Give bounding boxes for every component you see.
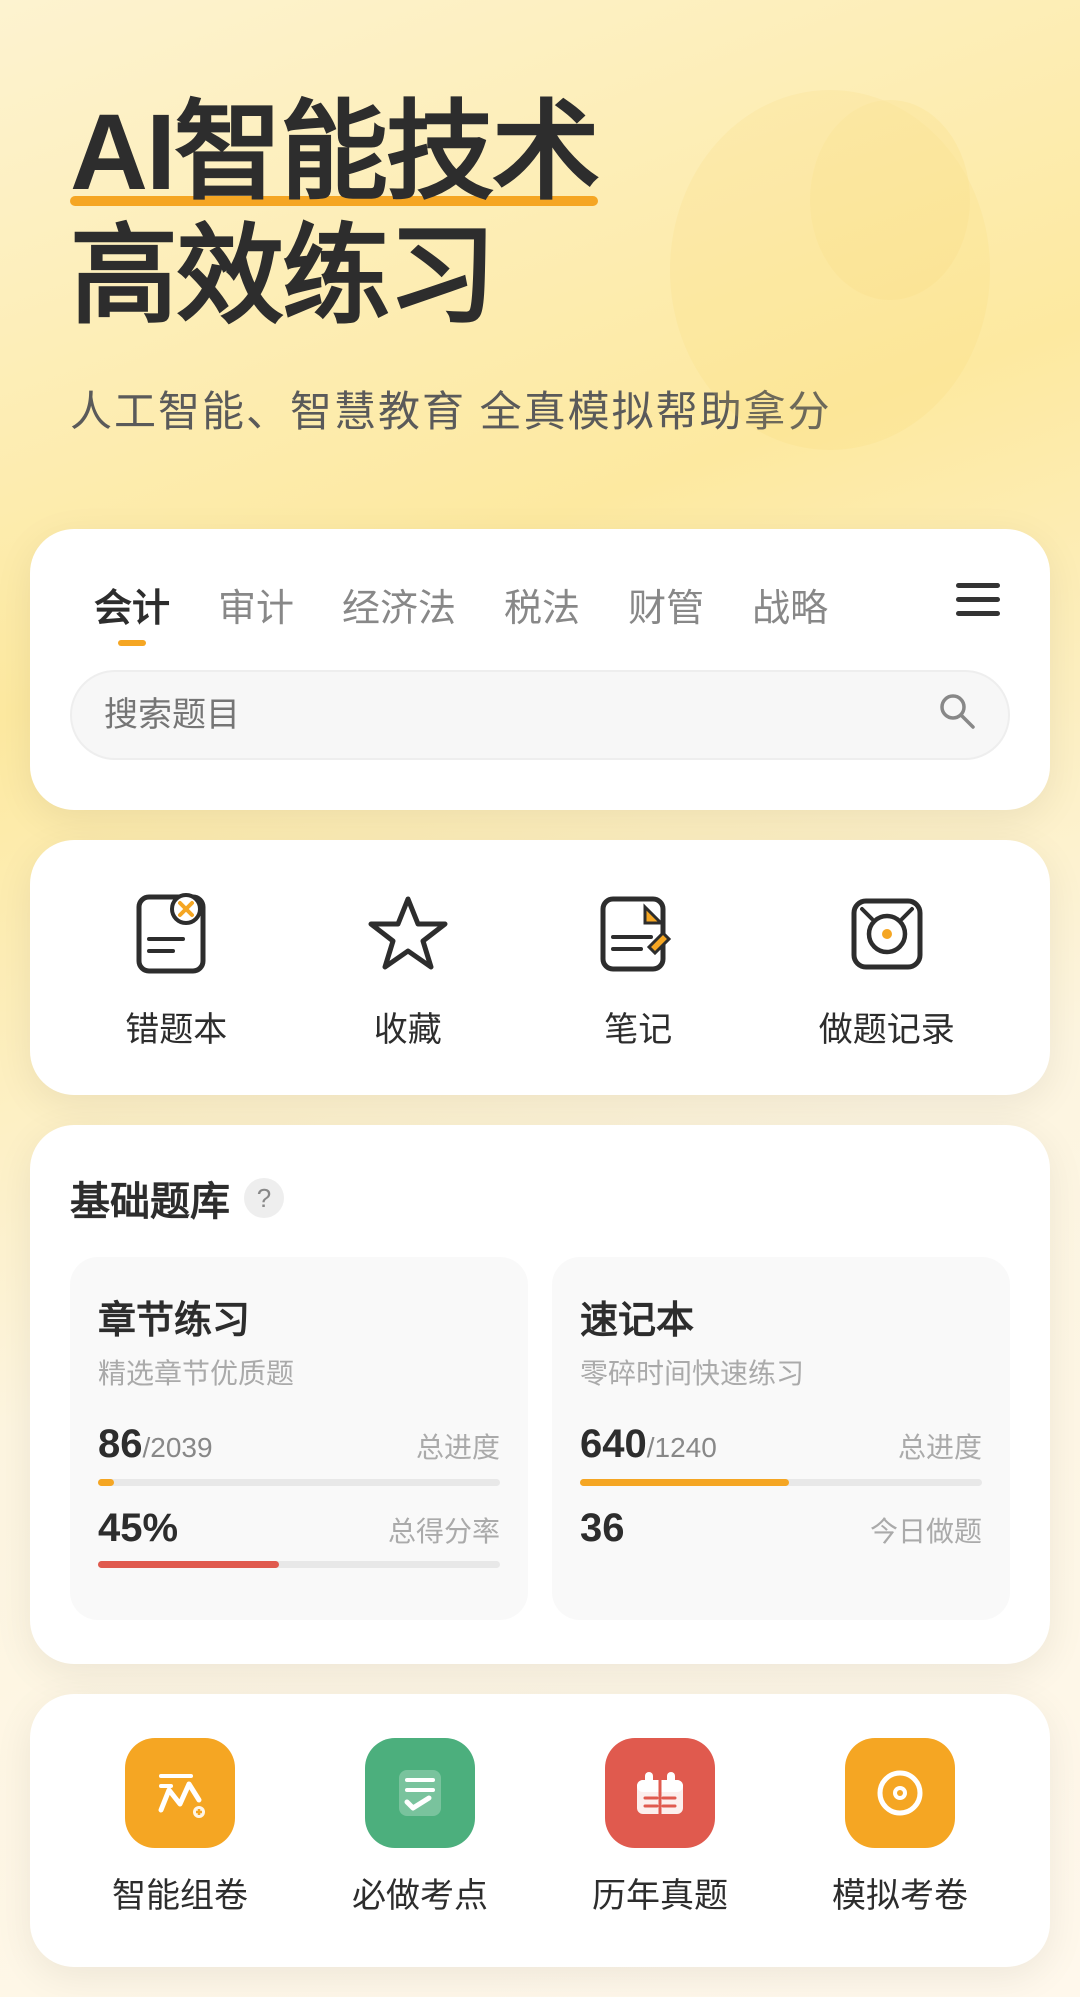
bottom-item-smart-compose[interactable]: 智能组卷	[112, 1738, 248, 1917]
tab-finance[interactable]: 财管	[604, 569, 728, 640]
library-section: 基础题库 ? 章节练习 精选章节优质题 86/2039 总进度 45% 总得分率	[30, 1125, 1050, 1664]
library-header: 基础题库 ?	[70, 1169, 1010, 1227]
chapter-score-bar	[98, 1561, 500, 1568]
past-exams-icon	[605, 1738, 715, 1848]
favorites-icon	[358, 884, 458, 984]
error-book-icon	[126, 884, 226, 984]
notes-today-count: 36	[580, 1506, 625, 1551]
quick-label-history: 做题记录	[819, 1002, 955, 1051]
chapter-practice-title: 章节练习	[98, 1289, 500, 1344]
library-help-icon[interactable]: ?	[244, 1178, 284, 1218]
quick-label-notes: 笔记	[604, 1002, 672, 1051]
chapter-progress-main: 86/2039	[98, 1422, 213, 1467]
tab-tax-law[interactable]: 税法	[480, 569, 604, 640]
chapter-score-fill	[98, 1561, 279, 1568]
chapter-score-pct: 45%	[98, 1506, 178, 1551]
quick-item-error-book[interactable]: 错题本	[125, 884, 227, 1051]
quick-notes-subtitle: 零碎时间快速练习	[580, 1352, 982, 1392]
quick-item-favorites[interactable]: 收藏	[358, 884, 458, 1051]
subject-card: 会计 审计 经济法 税法 财管 战略	[30, 529, 1050, 810]
notes-icon	[588, 884, 688, 984]
bottom-label-mock-exam: 模拟考卷	[832, 1868, 968, 1917]
hero-decoration	[660, 80, 1000, 460]
notes-progress-label: 总进度	[898, 1426, 982, 1466]
tab-accounting[interactable]: 会计	[70, 569, 194, 640]
quick-label-error-book: 错题本	[125, 1002, 227, 1051]
hero-section: AI智能技术 高效练习 人工智能、智慧教育 全真模拟帮助拿分	[0, 0, 1080, 479]
chapter-progress-label: 总进度	[416, 1426, 500, 1466]
chapter-progress-bar	[98, 1479, 500, 1486]
search-icon	[936, 690, 976, 740]
bottom-item-past-exams[interactable]: 历年真题	[592, 1738, 728, 1917]
chapter-progress-row: 86/2039 总进度	[98, 1422, 500, 1467]
notes-progress-row: 640/1240 总进度	[580, 1422, 982, 1467]
tab-navigation: 会计 审计 经济法 税法 财管 战略	[70, 569, 1010, 640]
notes-progress-bar	[580, 1479, 982, 1486]
bottom-label-must-do: 必做考点	[352, 1868, 488, 1917]
bottom-label-smart-compose: 智能组卷	[112, 1868, 248, 1917]
chapter-practice-subtitle: 精选章节优质题	[98, 1352, 500, 1392]
chapter-score-row: 45% 总得分率	[98, 1506, 500, 1551]
notes-progress-main: 640/1240	[580, 1422, 717, 1467]
notes-today-label: 今日做题	[870, 1510, 982, 1550]
chapter-score-label: 总得分率	[388, 1510, 500, 1550]
tab-economic-law[interactable]: 经济法	[318, 569, 480, 640]
hero-title-line2: 高效练习	[70, 215, 494, 336]
search-input[interactable]	[104, 696, 936, 735]
history-icon	[837, 884, 937, 984]
bottom-item-mock-exam[interactable]: 模拟考卷	[832, 1738, 968, 1917]
chapter-progress-fill	[98, 1479, 114, 1486]
quick-item-history[interactable]: 做题记录	[819, 884, 955, 1051]
notes-progress-fill	[580, 1479, 789, 1486]
tab-strategy[interactable]: 战略	[728, 569, 852, 640]
must-do-icon	[365, 1738, 475, 1848]
tab-audit[interactable]: 审计	[194, 569, 318, 640]
hero-title-line1: AI智能技术	[70, 90, 598, 214]
chapter-practice-card[interactable]: 章节练习 精选章节优质题 86/2039 总进度 45% 总得分率	[70, 1257, 528, 1620]
library-cards: 章节练习 精选章节优质题 86/2039 总进度 45% 总得分率 速记本 零碎	[70, 1257, 1010, 1620]
notes-today-row: 36 今日做题	[580, 1506, 982, 1551]
quick-label-favorites: 收藏	[374, 1002, 442, 1051]
quick-notes-card[interactable]: 速记本 零碎时间快速练习 640/1240 总进度 36 今日做题	[552, 1257, 1010, 1620]
bottom-label-past-exams: 历年真题	[592, 1868, 728, 1917]
library-title: 基础题库	[70, 1169, 230, 1227]
mock-exam-icon	[845, 1738, 955, 1848]
quick-item-notes[interactable]: 笔记	[588, 884, 688, 1051]
smart-compose-icon	[125, 1738, 235, 1848]
search-bar[interactable]	[70, 670, 1010, 760]
quick-notes-title: 速记本	[580, 1289, 982, 1344]
quick-actions-card: 错题本 收藏 笔记	[30, 840, 1050, 1095]
bottom-item-must-do[interactable]: 必做考点	[352, 1738, 488, 1917]
bottom-actions-card: 智能组卷 必做考点	[30, 1694, 1050, 1967]
tab-menu-icon[interactable]	[946, 575, 1010, 635]
